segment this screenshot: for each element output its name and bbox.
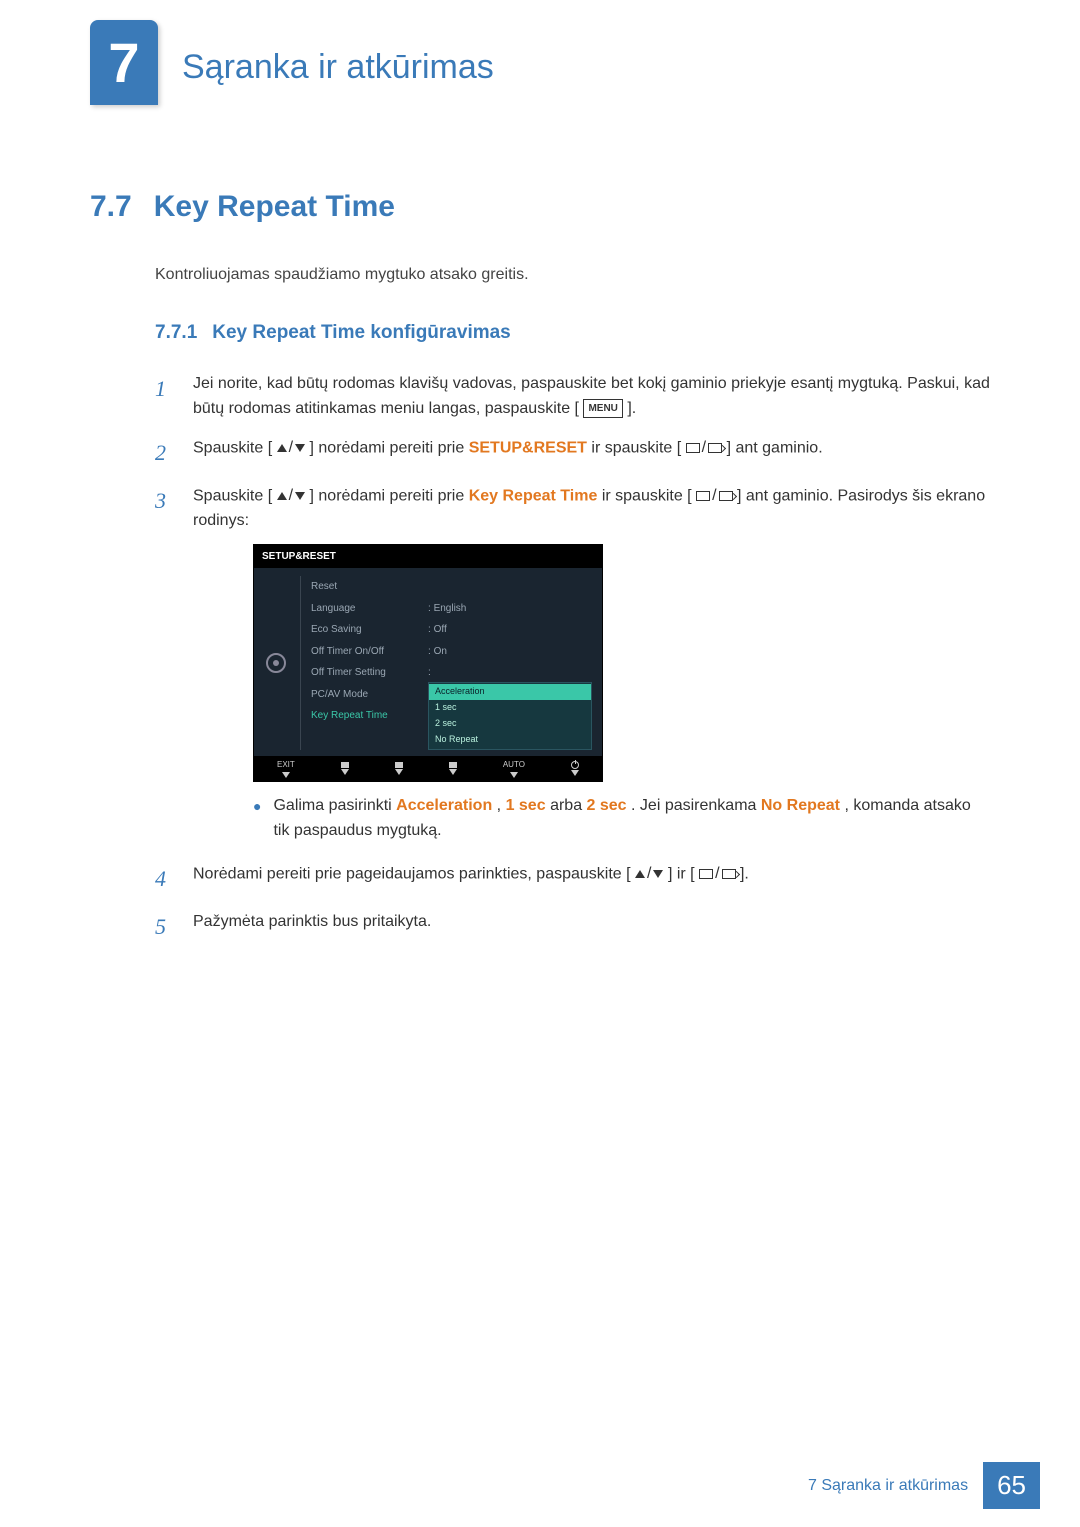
- step-text: ir spauskite [: [602, 487, 692, 504]
- step-text: ].: [627, 400, 636, 417]
- section-number: 7.7: [90, 190, 132, 224]
- step-text: ] norėdami pereiti prie: [310, 487, 469, 504]
- osd-row: Eco Saving: [311, 619, 410, 641]
- step-4: 4 Norėdami pereiti prie pageidaujamos pa…: [155, 862, 990, 896]
- subsection-number: 7.7.1: [155, 322, 197, 344]
- up-down-icon: /: [277, 436, 305, 461]
- text: arba: [550, 797, 586, 814]
- menu-icon: MENU: [583, 399, 622, 419]
- osd-row-selected: Key Repeat Time: [311, 705, 410, 727]
- page-footer: 7 Sąranka ir atkūrimas 65: [808, 1462, 1040, 1509]
- section-intro: Kontroliuojamas spaudžiamo mygtuko atsak…: [155, 266, 990, 284]
- step-2: 2 Spauskite [ / ] norėdami pereiti prie …: [155, 436, 990, 470]
- step-5: 5 Pažymėta parinktis bus pritaikyta.: [155, 910, 990, 944]
- text: ,: [497, 797, 506, 814]
- step-number: 3: [155, 484, 175, 848]
- step-text: ] ir [: [668, 865, 695, 882]
- osd-row: Language: [311, 598, 410, 620]
- step-1: 1 Jei norite, kad būtų rodomas klavišų v…: [155, 372, 990, 422]
- osd-row: Off Timer On/Off: [311, 641, 410, 663]
- osd-value: Off: [434, 624, 447, 635]
- step-3: 3 Spauskite [ / ] norėdami pereiti prie …: [155, 484, 990, 848]
- enter-icon: /: [686, 436, 722, 461]
- osd-exit: EXIT: [277, 759, 295, 778]
- osd-row: Reset: [311, 576, 410, 598]
- step-number: 4: [155, 862, 175, 896]
- page-content: 7.7 Key Repeat Time Kontroliuojamas spau…: [90, 190, 990, 958]
- step-text: ].: [740, 865, 749, 882]
- highlight-acceleration: Acceleration: [396, 797, 492, 814]
- osd-option: 2 sec: [429, 716, 591, 732]
- osd-nav-down-icon: [341, 762, 349, 775]
- steps-list: 1 Jei norite, kad būtų rodomas klavišų v…: [155, 372, 990, 944]
- osd-screenshot: SETUP&RESET Reset Language Eco Saving Of…: [253, 544, 603, 782]
- osd-value: English: [434, 603, 467, 614]
- footer-chapter-ref: 7 Sąranka ir atkūrimas: [808, 1477, 983, 1495]
- enter-icon: /: [696, 484, 732, 509]
- step-number: 1: [155, 372, 175, 422]
- highlight-2sec: 2 sec: [587, 797, 627, 814]
- osd-dropdown: Acceleration 1 sec 2 sec No Repeat: [428, 682, 592, 750]
- step-number: 2: [155, 436, 175, 470]
- step-text: Pažymėta parinktis bus pritaikyta.: [193, 910, 990, 944]
- step-number: 5: [155, 910, 175, 944]
- step-text: ] norėdami pereiti prie: [310, 439, 469, 456]
- osd-option-selected: Acceleration: [429, 684, 591, 700]
- osd-option: No Repeat: [429, 732, 591, 748]
- subsection-heading: 7.7.1 Key Repeat Time konfigūravimas: [155, 322, 990, 344]
- section-heading: 7.7 Key Repeat Time: [90, 190, 990, 224]
- text: . Jei pasirenkama: [631, 797, 761, 814]
- step-text: Spauskite [: [193, 439, 272, 456]
- osd-value: On: [434, 646, 447, 657]
- enter-icon: /: [699, 862, 735, 887]
- osd-option: 1 sec: [429, 700, 591, 716]
- chapter-title: Sąranka ir atkūrimas: [182, 48, 494, 87]
- highlight-norepeat: No Repeat: [761, 797, 840, 814]
- highlight-1sec: 1 sec: [506, 797, 546, 814]
- step-text: ir spauskite [: [591, 439, 681, 456]
- osd-footer: EXIT AUTO: [254, 756, 602, 781]
- bullet-option-note: ● Galima pasirinkti Acceleration , 1 sec…: [253, 794, 990, 844]
- subsection-title: Key Repeat Time konfigūravimas: [212, 322, 510, 344]
- step-text: Spauskite [: [193, 487, 272, 504]
- osd-nav-right-icon: [449, 762, 457, 775]
- highlight-key-repeat-time: Key Repeat Time: [469, 487, 598, 504]
- osd-nav-up-icon: [395, 762, 403, 775]
- osd-row: PC/AV Mode: [311, 684, 410, 706]
- gear-icon: [266, 653, 286, 673]
- footer-page-number: 65: [983, 1462, 1040, 1509]
- step-text: Norėdami pereiti prie pageidaujamos pari…: [193, 865, 631, 882]
- chapter-header: 7 Sąranka ir atkūrimas: [90, 20, 494, 105]
- bullet-icon: ●: [253, 794, 261, 844]
- highlight-setup-reset: SETUP&RESET: [469, 439, 587, 456]
- chapter-number-tab: 7: [90, 20, 158, 105]
- osd-power-icon: [571, 761, 579, 776]
- up-down-icon: /: [635, 862, 663, 887]
- text: Galima pasirinkti: [273, 797, 396, 814]
- osd-title: SETUP&RESET: [254, 545, 602, 569]
- section-title: Key Repeat Time: [154, 190, 395, 224]
- osd-row: Off Timer Setting: [311, 662, 410, 684]
- step-text: ] ant gaminio.: [727, 439, 823, 456]
- osd-auto: AUTO: [503, 759, 525, 778]
- up-down-icon: /: [277, 484, 305, 509]
